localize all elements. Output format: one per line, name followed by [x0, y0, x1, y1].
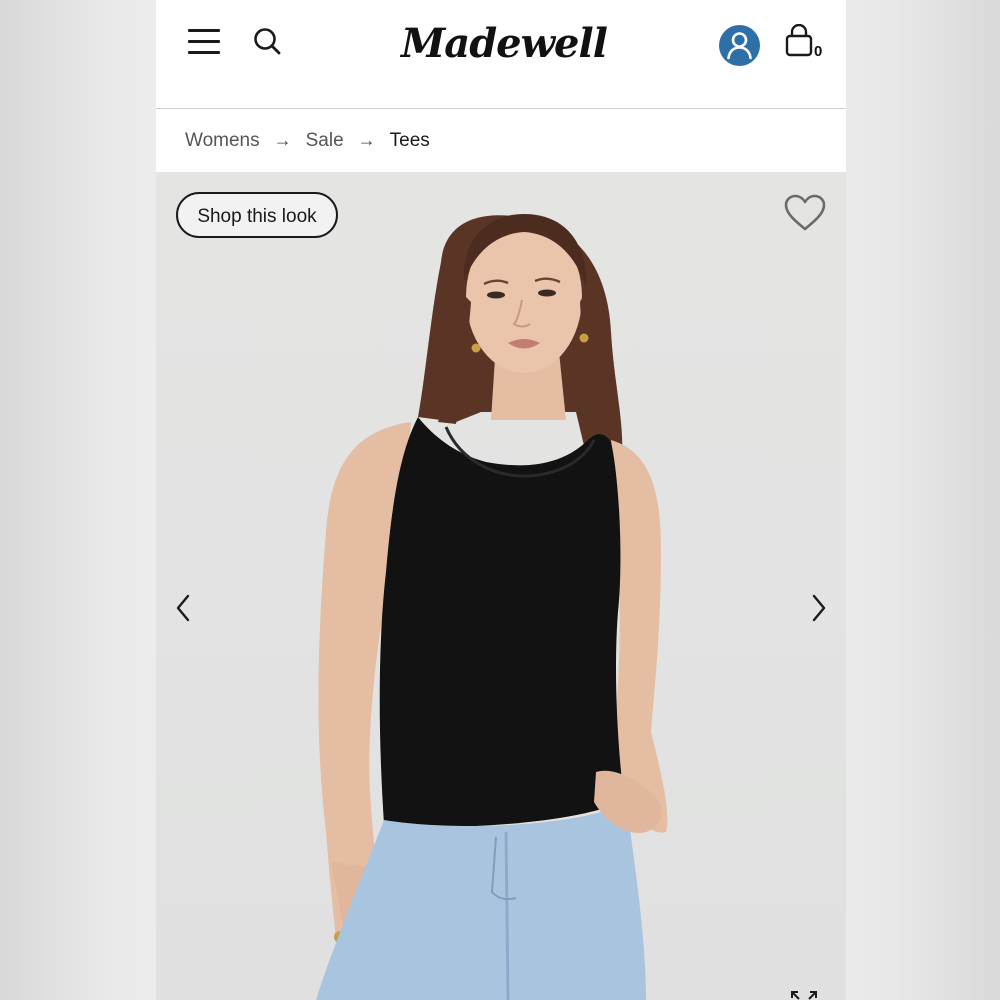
breadcrumb-womens[interactable]: Womens [185, 130, 260, 152]
breadcrumb-sale[interactable]: Sale [306, 130, 344, 152]
chevron-left-icon[interactable] [170, 590, 200, 626]
site-header: Madewell 0 [156, 0, 846, 109]
model-photo [316, 214, 668, 1000]
heart-outline-icon[interactable] [782, 192, 828, 234]
breadcrumb: Womens → Sale → Tees [156, 109, 846, 172]
user-account-icon[interactable] [719, 25, 760, 66]
hamburger-menu-icon[interactable] [188, 27, 222, 57]
expand-icon[interactable] [784, 984, 824, 1000]
chevron-right-icon[interactable] [804, 590, 834, 626]
breadcrumb-tees: Tees [389, 129, 430, 151]
shopping-bag-icon[interactable]: 0 [784, 24, 828, 64]
search-icon[interactable] [252, 26, 284, 58]
breadcrumb-separator: → [357, 130, 376, 150]
product-image-carousel[interactable]: Shop this look [156, 172, 846, 1000]
bag-count-badge: 0 [814, 43, 823, 60]
breadcrumb-separator: → [273, 130, 292, 150]
product-page: Madewell 0 Womens → Sale → Tees Shop thi… [156, 0, 846, 1000]
madewell-logo[interactable]: Madewell [401, 14, 608, 74]
shop-this-look-button[interactable]: Shop this look [176, 192, 338, 238]
backdrop-right [846, 0, 1000, 1000]
backdrop-left [0, 0, 156, 1000]
